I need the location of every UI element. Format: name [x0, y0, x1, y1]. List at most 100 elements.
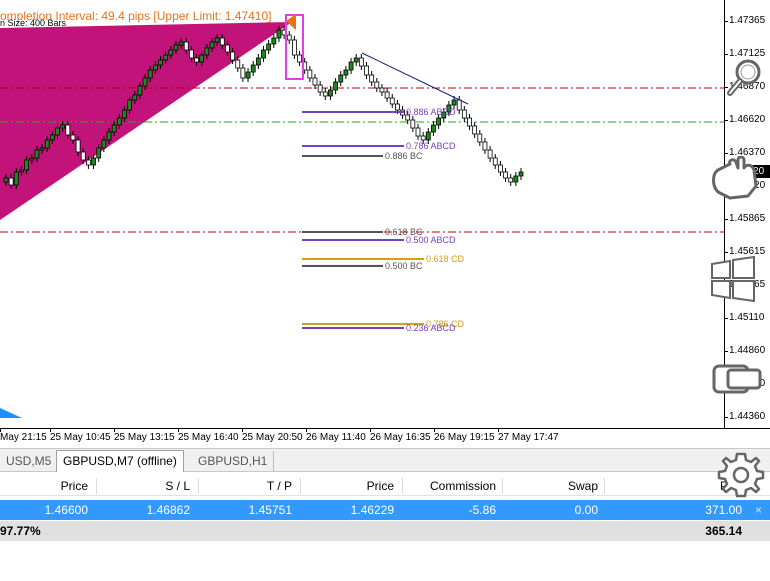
candle-body: [425, 131, 431, 141]
candle-body: [183, 41, 189, 51]
tab-gbpusd-m7-offline[interactable]: GBPUSD,M7 (offline): [56, 450, 184, 472]
fib-level-label: 0.886 BC: [385, 151, 423, 161]
candle-body: [364, 65, 369, 76]
time-tick: 26 May 11:40: [306, 429, 366, 443]
candle-body: [137, 85, 143, 96]
completion-marker: [286, 14, 296, 30]
candle-body: [188, 49, 194, 59]
fib-level-label: 0.500 ABCD: [406, 235, 456, 245]
header-price-current[interactable]: Price: [367, 476, 394, 496]
candle-body: [152, 64, 158, 71]
candle-body: [75, 139, 81, 153]
chart-tab-bar: USD,M5 GBPUSD,M7 (offline) GBPUSD,H1: [0, 448, 770, 472]
hand-pointer-icon[interactable]: [708, 155, 766, 207]
candle-body: [91, 157, 96, 166]
candle-body: [518, 171, 524, 177]
candle-body: [122, 109, 127, 119]
candle-body: [322, 91, 328, 97]
harmonic-pattern-fill: [0, 22, 292, 220]
candle-body: [482, 141, 488, 151]
keyboard-icon[interactable]: [710, 360, 764, 401]
magnifier-icon[interactable]: [726, 56, 766, 103]
time-tick: 25 May 16:40: [178, 429, 239, 443]
candle-body: [34, 149, 40, 159]
candle-body: [13, 171, 19, 186]
time-tick: 27 May 17:47: [498, 429, 559, 443]
candle-body: [199, 54, 205, 63]
candle-body: [348, 61, 354, 71]
chart-area[interactable]: ompletion Interval: 49.4 pips [Upper Lim…: [0, 0, 724, 428]
cell-take-profit: 1.45751: [248, 503, 292, 517]
header-price[interactable]: Price: [61, 476, 88, 496]
candle-body: [369, 74, 375, 83]
tab-gbpusd-h1[interactable]: GBPUSD,H1: [192, 451, 275, 471]
candle-body: [214, 37, 220, 43]
candle-body: [508, 177, 514, 183]
candle-body: [65, 124, 71, 136]
header-sl[interactable]: S / L: [165, 476, 190, 496]
candle-body: [168, 49, 174, 56]
candle-body: [492, 157, 498, 166]
candle-body: [384, 91, 390, 99]
total-profit: 365.14: [705, 524, 742, 538]
fib-level-label: 0.618 CD: [426, 254, 465, 264]
cell-current-price: 1.46229: [350, 503, 394, 517]
price-tick: 1.44360: [725, 411, 770, 422]
candle-body: [497, 164, 503, 173]
candle-body: [194, 57, 199, 63]
candle-body: [55, 127, 60, 136]
candle-body: [389, 97, 395, 105]
tab-usd-m5[interactable]: USD,M5: [0, 451, 59, 471]
candle-body: [8, 177, 14, 186]
candle-body: [49, 134, 55, 141]
candle-body: [503, 171, 508, 179]
candle-body: [353, 57, 359, 63]
candle-body: [29, 157, 35, 161]
time-tick: 25 May 13:15: [114, 429, 175, 443]
totals-row: 97.77% 365.14: [0, 521, 770, 541]
price-tick: 1.44860: [725, 345, 770, 356]
candle-body: [410, 119, 416, 129]
candle-body: [487, 149, 493, 159]
candle-body: [96, 147, 102, 159]
candle-body: [209, 41, 215, 49]
candle-body: [436, 117, 442, 126]
time-tick: 26 May 19:15: [434, 429, 495, 443]
chart-subtitle: n Size: 400 Bars: [0, 18, 67, 28]
candle-body: [343, 69, 349, 76]
candle-body: [19, 169, 24, 173]
candle-body: [163, 54, 169, 61]
candle-body: [420, 135, 426, 141]
candle-body: [431, 124, 436, 133]
candle-body: [173, 44, 179, 51]
header-tp[interactable]: T / P: [267, 476, 292, 496]
gear-icon[interactable]: [716, 450, 766, 505]
table-row[interactable]: 1.46600 1.46862 1.45751 1.46229 -5.86 0.…: [0, 500, 770, 520]
candle-body: [477, 133, 483, 143]
time-tick: 25 May 10:45: [50, 429, 111, 443]
candle-body: [266, 43, 272, 51]
header-swap[interactable]: Swap: [568, 476, 598, 496]
candle-body: [461, 109, 467, 119]
header-commission[interactable]: Commission: [430, 476, 496, 496]
fib-level-label: 0.236 ABCD: [406, 323, 456, 333]
fib-level-label: 0.886 ABCD: [406, 107, 456, 117]
time-tick: 25 May 20:50: [242, 429, 303, 443]
price-chart[interactable]: [0, 0, 724, 428]
candle-body: [271, 37, 277, 45]
fib-level-label: 0.500 BC: [385, 261, 423, 271]
candle-body: [451, 99, 457, 106]
candle-body: [513, 175, 519, 183]
candle-body: [307, 69, 313, 79]
candle-body: [147, 69, 153, 79]
candle-body: [291, 39, 297, 56]
windows-icon[interactable]: [708, 255, 758, 307]
candle-body: [286, 34, 292, 41]
candle-body: [297, 54, 302, 63]
candle-body: [106, 131, 112, 141]
candle-body: [60, 124, 66, 129]
candle-body: [255, 57, 261, 66]
time-axis: May 21:15 25 May 10:45 25 May 13:15 25 May …: [0, 428, 770, 448]
candle-body: [312, 77, 318, 86]
candle-body: [250, 64, 256, 73]
